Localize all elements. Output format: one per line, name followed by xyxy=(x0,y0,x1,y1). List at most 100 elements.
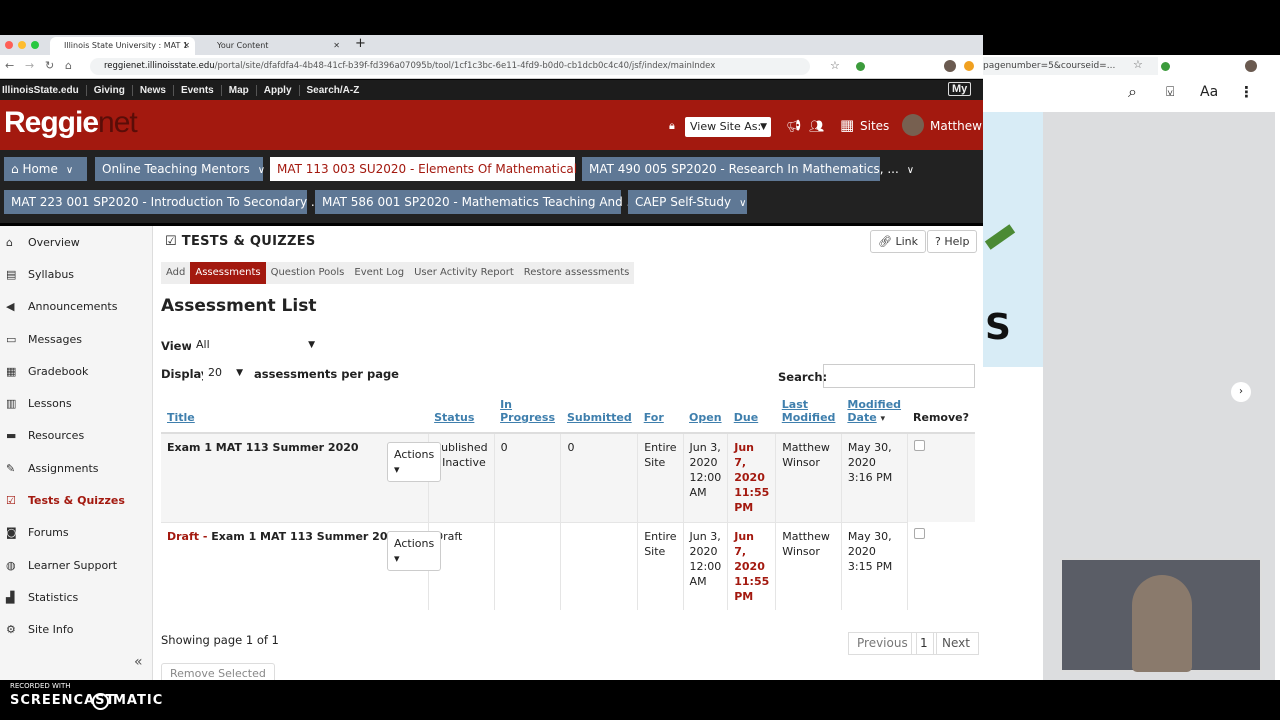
subnav-user-activity-report[interactable]: User Activity Report xyxy=(409,262,519,284)
extension-icon[interactable] xyxy=(964,61,974,71)
column-in-progress[interactable]: In Progress xyxy=(494,394,561,434)
close-window-button[interactable] xyxy=(5,41,13,49)
forward-icon[interactable]: → xyxy=(25,59,34,72)
site-tab[interactable]: MAT 223 001 SP2020 - Introduction To Sec… xyxy=(4,190,338,214)
isu-link[interactable]: IllinoisState.edu xyxy=(0,84,87,96)
sidebar-item-syllabus[interactable]: ▤ Syllabus xyxy=(0,258,152,290)
column-remove: Remove? xyxy=(907,394,975,434)
search-input[interactable] xyxy=(823,364,975,388)
column-modified-date[interactable]: Modified Date ▾ xyxy=(841,394,908,434)
search-label: Search: xyxy=(778,370,828,384)
maximize-window-button[interactable] xyxy=(31,41,39,49)
site-tab-home[interactable]: ⌂ Home ∨ xyxy=(4,157,87,181)
open-cell: Jun 3, 2020 12:00 AM xyxy=(683,521,729,610)
megaphone-icon[interactable]: 📢︎ xyxy=(786,119,801,133)
assessment-title[interactable]: Exam 1 MAT 113 Summer 2020 xyxy=(211,530,403,543)
browser-tab-active[interactable]: Illinois State University : MAT 1 ✕ xyxy=(50,37,195,55)
sidebar-item-gradebook[interactable]: ▦ Gradebook xyxy=(0,355,152,387)
minimize-window-button[interactable] xyxy=(18,41,26,49)
sidebar-item-forums[interactable]: ◙ Forums xyxy=(0,517,152,549)
sidebar-item-statistics[interactable]: ▟ Statistics xyxy=(0,581,152,613)
actions-dropdown[interactable]: Actions ▾ xyxy=(387,442,442,482)
isu-link[interactable]: Map xyxy=(222,84,257,96)
reload-icon[interactable]: ↻ xyxy=(45,59,54,72)
close-tab-icon[interactable]: ✕ xyxy=(183,37,190,55)
view-select[interactable]: All ▼ xyxy=(191,336,319,356)
assessment-title[interactable]: Exam 1 MAT 113 Summer 2020 xyxy=(167,441,359,454)
site-tab[interactable]: CAEP Self-Study ∨ xyxy=(628,190,747,214)
site-tab-current[interactable]: MAT 113 003 SU2020 - Elements Of Mathema… xyxy=(270,157,619,181)
grid-icon[interactable]: ▦ xyxy=(840,116,854,134)
site-tab[interactable]: MAT 586 001 SP2020 - Mathematics Teachin… xyxy=(315,190,653,214)
user-menu[interactable]: Matthew xyxy=(930,119,982,133)
sidebar-item-resources[interactable]: ▬ Resources xyxy=(0,420,152,452)
sites-button[interactable]: Sites xyxy=(860,119,889,133)
sidebar-item-lessons[interactable]: ▥ Lessons xyxy=(0,387,152,419)
page-size-select[interactable]: 20 ▼ xyxy=(203,364,247,384)
collapse-sidebar-icon[interactable]: « xyxy=(134,654,143,670)
previous-page-button[interactable]: Previous xyxy=(848,632,917,655)
globe-icon: ◍ xyxy=(6,558,16,572)
sidebar-item-site-info[interactable]: ⚙ Site Info xyxy=(0,614,152,646)
display-label: Display xyxy=(161,367,209,381)
subnav-assessments[interactable]: Assessments xyxy=(190,262,266,284)
help-button[interactable]: ? Help xyxy=(927,230,978,253)
column-for[interactable]: For xyxy=(637,394,684,434)
url-input[interactable]: reggienet.illinoisstate.edu/portal/site/… xyxy=(90,58,810,75)
link-button[interactable]: 🔗︎ Link xyxy=(870,230,926,253)
search-icon[interactable]: ⌕ xyxy=(1128,82,1137,102)
view-site-as-select[interactable]: View Site As: ▼ xyxy=(685,117,771,137)
url-input[interactable]: pagenumber=5&courseid=... xyxy=(983,57,1158,75)
users-icon[interactable]: 👥︎ xyxy=(809,119,824,133)
column-due[interactable]: Due xyxy=(727,394,776,434)
subnav-add[interactable]: Add xyxy=(161,262,190,284)
new-tab-button[interactable]: + xyxy=(355,36,366,51)
reggienet-logo[interactable]: Reggienet xyxy=(4,106,138,140)
text-size-icon[interactable]: Aa xyxy=(1200,84,1218,100)
sidebar-item-messages[interactable]: ▭ Messages xyxy=(0,323,152,355)
sidebar-item-overview[interactable]: ⌂ Overview xyxy=(0,226,152,258)
star-icon[interactable]: ☆ xyxy=(1133,58,1143,71)
home-icon[interactable]: ⌂ xyxy=(65,59,72,72)
star-icon[interactable]: ☆ xyxy=(830,59,840,72)
remove-checkbox[interactable] xyxy=(913,528,925,539)
browser-tab[interactable]: Your Content ✕ xyxy=(203,37,343,55)
isu-link[interactable]: Giving xyxy=(87,84,133,96)
column-last-modified[interactable]: Last Modified xyxy=(775,394,842,434)
profile-avatar[interactable] xyxy=(944,60,956,72)
actions-dropdown[interactable]: Actions ▾ xyxy=(387,530,442,571)
modified-date-cell: May 30, 2020 3:15 PM xyxy=(841,521,908,610)
site-tab[interactable]: Online Teaching Mentors ∨ xyxy=(95,157,265,181)
isu-link[interactable]: Search/A-Z xyxy=(300,85,367,96)
isu-link[interactable]: Events xyxy=(174,84,222,96)
inbox-icon: ▭ xyxy=(6,332,17,346)
column-submitted[interactable]: Submitted xyxy=(560,394,638,434)
isu-link[interactable]: News xyxy=(133,84,174,96)
subnav-event-log[interactable]: Event Log xyxy=(349,262,409,284)
sidebar-item-assignments[interactable]: ✎ Assignments xyxy=(0,452,152,484)
back-icon[interactable]: ← xyxy=(5,59,14,72)
last-modified-cell: Matthew Winsor xyxy=(775,433,842,522)
site-tab[interactable]: MAT 490 005 SP2020 - Research In Mathema… xyxy=(582,157,914,181)
isu-link[interactable]: Apply xyxy=(257,84,300,96)
close-tab-icon[interactable]: ✕ xyxy=(333,37,340,55)
sidebar-item-announcements[interactable]: ◀ Announcements xyxy=(0,291,152,323)
sidebar-item-tests-quizzes[interactable]: ☑ Tests & Quizzes xyxy=(0,484,152,516)
remove-checkbox[interactable] xyxy=(913,440,925,451)
extension-icon[interactable] xyxy=(1161,62,1170,71)
next-page-icon[interactable]: › xyxy=(1231,382,1251,402)
column-status[interactable]: Status xyxy=(428,394,495,434)
profile-avatar[interactable] xyxy=(1245,60,1257,72)
extension-icon[interactable] xyxy=(856,62,865,71)
column-open[interactable]: Open xyxy=(683,394,728,434)
bookmark-icon[interactable]: ⍌ xyxy=(1166,84,1174,100)
avatar[interactable] xyxy=(902,114,924,136)
my-isu-button[interactable]: My xyxy=(948,82,972,96)
sidebar-item-learner-support[interactable]: ◍ Learner Support xyxy=(0,549,152,581)
more-icon[interactable]: ⋮ xyxy=(1239,83,1254,101)
next-page-button[interactable]: Next xyxy=(933,632,979,655)
paging-status: Showing page 1 of 1 xyxy=(161,633,279,647)
subnav-restore-assessments[interactable]: Restore assessments xyxy=(519,262,635,284)
column-title[interactable]: Title xyxy=(161,394,429,434)
subnav-question-pools[interactable]: Question Pools xyxy=(266,262,350,284)
